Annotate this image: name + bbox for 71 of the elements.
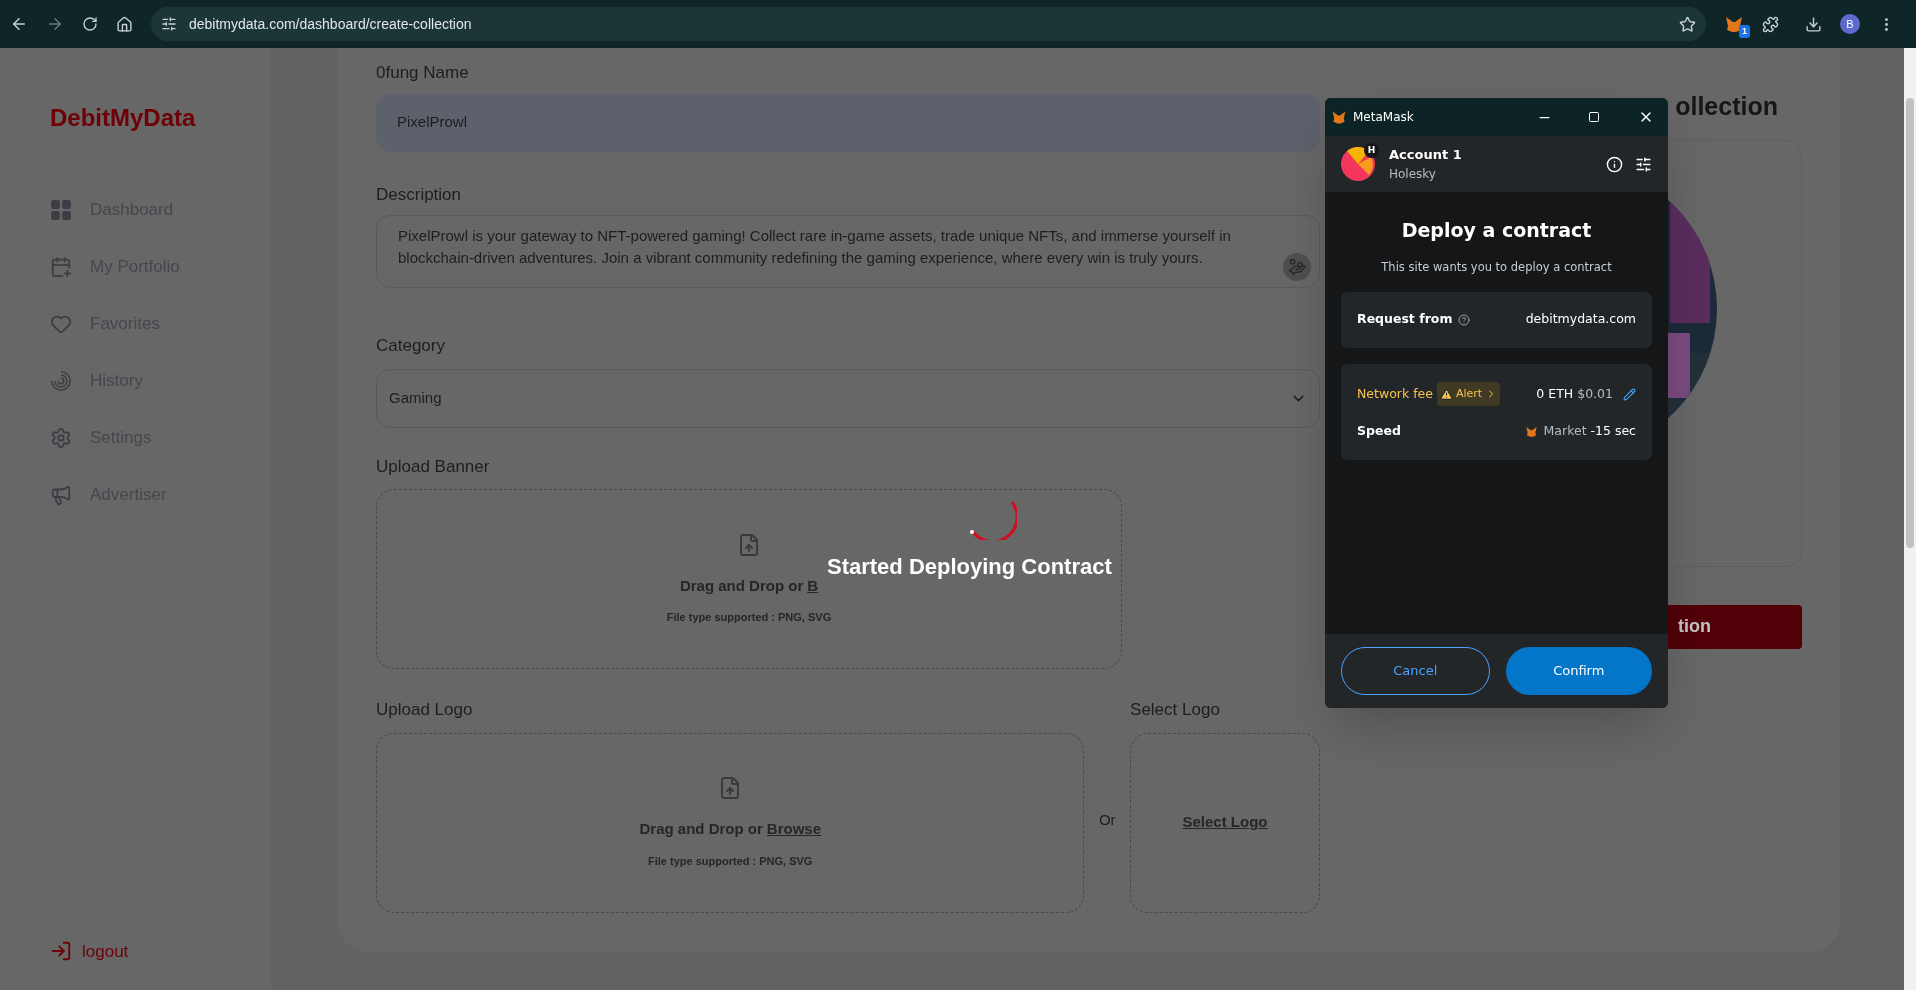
- download-icon[interactable]: [1805, 15, 1822, 33]
- profile-avatar[interactable]: B: [1840, 14, 1860, 34]
- settings-sliders-icon[interactable]: [1635, 155, 1652, 173]
- browse-link[interactable]: B: [807, 574, 819, 597]
- category-select[interactable]: Gaming: [376, 368, 1320, 428]
- logout-icon: [50, 940, 72, 963]
- bookmark-star-icon[interactable]: [1679, 15, 1696, 33]
- alert-tag[interactable]: Alert: [1436, 382, 1501, 407]
- drop-hint: Drag and Drop or: [639, 819, 763, 839]
- network-badge: H: [1364, 143, 1379, 158]
- site-info-icon[interactable]: [161, 16, 177, 32]
- preview-heading: ollection: [1675, 91, 1778, 122]
- file-type-hint: File type supported : PNG, SVG: [666, 610, 832, 625]
- logo-text: DebitMyData: [50, 103, 197, 133]
- account-name[interactable]: Account 1: [1389, 145, 1606, 165]
- select-logo-link[interactable]: Select Logo: [1182, 811, 1268, 834]
- fox-icon: [1331, 109, 1347, 125]
- loading-message: Started Deploying Contract: [827, 553, 1112, 581]
- extension-badge: 1: [1739, 24, 1750, 38]
- logout-link[interactable]: logout: [50, 938, 271, 964]
- drop-hint: Drag and Drop or: [679, 575, 804, 596]
- reload-icon[interactable]: [82, 16, 98, 32]
- grid-icon: [50, 198, 72, 221]
- megaphone-icon: [50, 483, 72, 506]
- speed-time: -15 sec: [1590, 422, 1636, 441]
- url-text: debitmydata.com/dashboard/create-collection: [189, 14, 473, 34]
- speed-label: Speed: [1357, 422, 1401, 441]
- address-bar[interactable]: debitmydata.com/dashboard/create-collection: [151, 7, 1706, 41]
- calendar-icon: [50, 255, 72, 278]
- help-icon[interactable]: [1458, 313, 1471, 326]
- field-label: 0fung Name: [376, 62, 470, 84]
- upload-dropzone[interactable]: Started Deploying Contract Drag and Drop or B File type supported : PNG, SVG: [376, 489, 1122, 669]
- loading-spinner: [967, 500, 1017, 540]
- window-title: MetaMask: [1353, 109, 1415, 126]
- maximize-icon[interactable]: [1588, 111, 1600, 123]
- warning-icon: [1439, 387, 1453, 401]
- file-type-hint: File type supported : PNG, SVG: [648, 853, 813, 869]
- home-icon[interactable]: [116, 15, 133, 33]
- browse-link[interactable]: Browse: [766, 818, 821, 841]
- or-text: Or: [1097, 809, 1117, 830]
- fox-icon: [1524, 425, 1538, 439]
- forward-icon[interactable]: [46, 15, 64, 33]
- request-origin: debitmydata.com: [1525, 310, 1636, 329]
- dialog-subtitle: This site wants you to deploy a contract: [1381, 258, 1612, 276]
- request-label: Request from: [1357, 310, 1453, 329]
- extensions-icon[interactable]: [1762, 15, 1779, 33]
- field-label: Description: [376, 183, 463, 206]
- confirm-button[interactable]: Confirm: [1505, 647, 1652, 695]
- select-logo-box[interactable]: Select Logo: [1130, 732, 1320, 913]
- field-label: Upload Banner: [376, 455, 491, 478]
- description-input[interactable]: PixelProwl is your gateway to NFT-powered gaming! Collect rare in-game assets, trade unique NFTs, and immerse yourself in blockchain-driven adventures. Join a vibrant community redefining the gaming experience, where every win is truly yours.: [376, 215, 1320, 288]
- network-name: Holesky: [1389, 165, 1437, 183]
- field-label: Select Logo: [1130, 699, 1221, 721]
- speed-value: Market: [1543, 422, 1587, 441]
- account-avatar: [1341, 147, 1375, 181]
- upload-dropzone[interactable]: Drag and Drop or Browse File type supported : PNG, SVG: [376, 732, 1085, 913]
- fee-usd: $0.01: [1577, 385, 1613, 403]
- settings-icon: [50, 426, 72, 449]
- fox-extension-icon[interactable]: [1724, 14, 1744, 34]
- fee-eth: 0 ETH: [1536, 385, 1574, 403]
- name-input[interactable]: PixelProwl: [376, 93, 1320, 152]
- info-icon[interactable]: [1606, 155, 1623, 173]
- edit-icon[interactable]: [1623, 387, 1636, 401]
- back-icon[interactable]: [10, 15, 28, 33]
- dialog-heading: Deploy a contract: [1401, 218, 1592, 243]
- field-label: Upload Logo: [376, 699, 474, 721]
- fee-label: Network fee: [1357, 385, 1433, 403]
- file-upload-icon: [737, 532, 761, 557]
- scrollbar[interactable]: [1904, 48, 1916, 990]
- field-label: Category: [376, 335, 446, 357]
- spiral-icon: [50, 369, 72, 392]
